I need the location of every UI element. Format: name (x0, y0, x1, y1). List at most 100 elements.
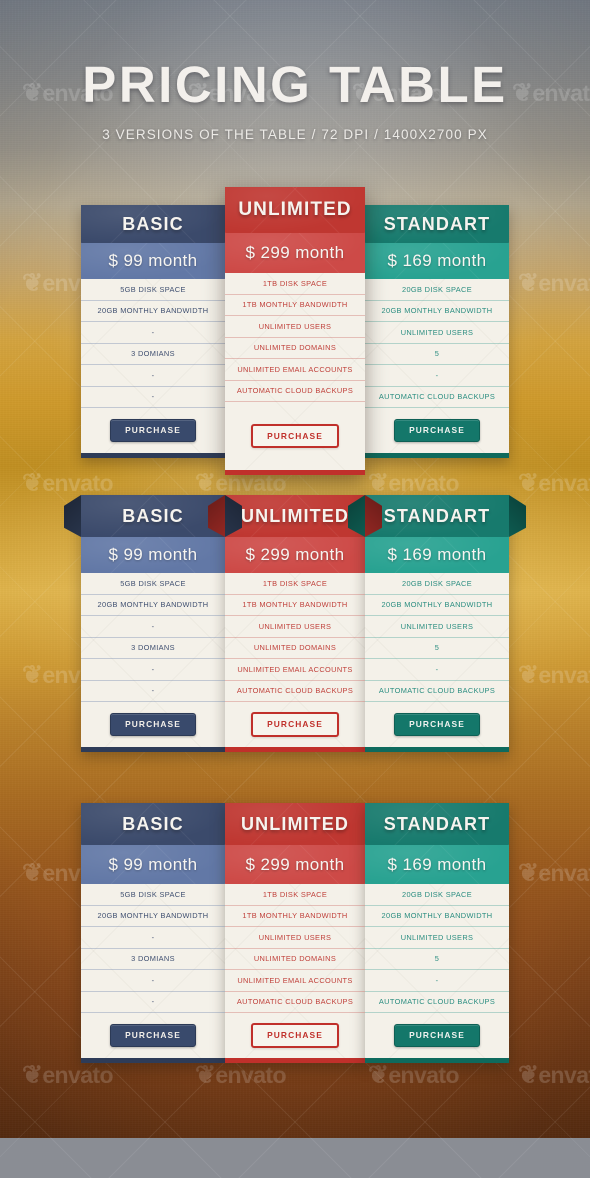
leaf-icon: ❦ (518, 1061, 539, 1089)
feature-row: 20GB DISK SPACE (365, 884, 509, 906)
envato-watermark: ❦envato (368, 1060, 460, 1090)
feature-row: 3 DOMIANS (81, 638, 225, 659)
leaf-icon: ❦ (22, 859, 43, 887)
feature-row: AUTOMATIC CLOUD BACKUPS (225, 681, 365, 702)
feature-row: UNLIMITED EMAIL ACCOUNTS (225, 659, 365, 681)
feature-row: - (365, 659, 509, 681)
footer-accent-bar-basic (81, 747, 225, 752)
envato-watermark: ❦envato (518, 858, 590, 888)
footer-accent-bar-standart (365, 747, 509, 752)
purchase-button-standart[interactable]: PURCHASE (394, 713, 480, 736)
feature-row: 3 DOMIANS (81, 949, 225, 970)
purchase-button-wrap: PURCHASE (81, 702, 225, 747)
feature-row: 20GB MONTHLY BANDWIDTH (81, 906, 225, 927)
leaf-icon: ❦ (22, 661, 43, 689)
page-title: PRICING TABLE (82, 56, 508, 113)
plan-name-unlimited: UNLIMITED (225, 803, 365, 845)
plan-features-basic: 5GB DISK SPACE 20GB MONTHLY BANDWIDTH -3 D… (81, 573, 225, 747)
leaf-icon: ❦ (22, 469, 43, 497)
feature-row: 5GB DISK SPACE (81, 573, 225, 595)
plan-price-unlimited: $ 299 month (225, 537, 365, 573)
feature-row: UNLIMITED USERS (225, 616, 365, 638)
feature-row: AUTOMATIC CLOUD BACKUPS (365, 681, 509, 702)
feature-row: UNLIMITED USERS (225, 927, 365, 949)
feature-row: 5GB DISK SPACE (81, 884, 225, 906)
watermark-label: envato (388, 1062, 459, 1088)
pricing-column-unlimited: UNLIMITED $ 299 month 1TB DISK SPACE 1TB MO… (208, 495, 382, 752)
feature-row: - (81, 387, 225, 408)
purchase-button-wrap: PURCHASE (365, 408, 509, 453)
feature-row: 20GB DISK SPACE (365, 279, 509, 301)
pricing-column-standart: STANDART $ 169 month 20GB DISK SPACE 20GB M… (365, 205, 509, 458)
plan-name-standart: STANDART (348, 495, 526, 537)
feature-row: 5GB DISK SPACE (81, 279, 225, 301)
footer-accent-bar-unlimited (225, 470, 365, 475)
pricing-column-basic: BASIC $ 99 month 5GB DISK SPACE 20GB MONTHL… (81, 803, 225, 1063)
plan-name-unlimited: UNLIMITED (208, 495, 382, 537)
plan-features-standart: 20GB DISK SPACE 20GB MONTHLY BANDWIDTH UNL… (365, 573, 509, 747)
feature-row: 20GB MONTHLY BANDWIDTH (81, 595, 225, 616)
feature-row: 1TB DISK SPACE (225, 573, 365, 595)
plan-features-standart: 20GB DISK SPACE 20GB MONTHLY BANDWIDTH UNL… (365, 279, 509, 453)
purchase-button-unlimited[interactable]: PURCHASE (251, 1023, 339, 1048)
plan-price-unlimited: $ 299 month (225, 845, 365, 884)
feature-row: 20GB MONTHLY BANDWIDTH (365, 906, 509, 927)
feature-row: - (81, 681, 225, 702)
purchase-button-standart[interactable]: PURCHASE (394, 1024, 480, 1047)
feature-row: UNLIMITED EMAIL ACCOUNTS (225, 970, 365, 992)
purchase-button-standart[interactable]: PURCHASE (394, 419, 480, 442)
purchase-button-unlimited[interactable]: PURCHASE (251, 423, 339, 449)
purchase-button-basic[interactable]: PURCHASE (110, 1024, 196, 1047)
plan-features-unlimited: 1TB DISK SPACE 1TB MONTHLY BANDWIDTH UNLIM… (225, 884, 365, 1058)
leaf-icon: ❦ (22, 1061, 43, 1089)
purchase-button-basic[interactable]: PURCHASE (110, 419, 196, 442)
plan-features-unlimited: 1TB DISK SPACE 1TB MONTHLY BANDWIDTH UNLIM… (225, 573, 365, 747)
pricing-column-basic: BASIC $ 99 month 5GB DISK SPACE 20GB MONTHL… (81, 205, 225, 458)
leaf-icon: ❦ (518, 661, 539, 689)
purchase-button-wrap: PURCHASE (81, 1013, 225, 1058)
plan-features-basic: 5GB DISK SPACE 20GB MONTHLY BANDWIDTH -3 D… (81, 884, 225, 1058)
feature-row: - (81, 992, 225, 1013)
leaf-icon: ❦ (518, 469, 539, 497)
feature-row: - (81, 659, 225, 681)
purchase-button-unlimited[interactable]: PURCHASE (251, 712, 339, 737)
feature-row: UNLIMITED DOMAINS (225, 338, 365, 359)
pricing-table-variant-3: BASIC $ 99 month 5GB DISK SPACE 20GB MONTHL… (81, 803, 509, 1063)
watermark-label: envato (538, 860, 590, 886)
feature-row: UNLIMITED DOMAINS (225, 638, 365, 659)
envato-watermark: ❦envato (195, 1060, 287, 1090)
leaf-icon: ❦ (195, 1061, 216, 1089)
plan-price-unlimited: $ 299 month (225, 233, 365, 273)
plan-features-basic: 5GB DISK SPACE 20GB MONTHLY BANDWIDTH -3 D… (81, 279, 225, 453)
envato-watermark: ❦envato (518, 660, 590, 690)
pricing-column-standart: STANDART $ 169 month 20GB DISK SPACE 20GB M… (365, 803, 509, 1063)
leaf-icon: ❦ (368, 1061, 389, 1089)
footer-accent-bar-basic (81, 1058, 225, 1063)
feature-row: - (81, 616, 225, 638)
purchase-button-wrap: PURCHASE (225, 402, 365, 470)
feature-row: 20GB MONTHLY BANDWIDTH (365, 301, 509, 322)
watermark-label: envato (538, 270, 590, 296)
feature-row: 1TB DISK SPACE (225, 273, 365, 295)
purchase-button-wrap: PURCHASE (225, 702, 365, 747)
envato-watermark: ❦envato (518, 1060, 590, 1090)
feature-row: UNLIMITED USERS (365, 322, 509, 344)
feature-row: 5 (365, 344, 509, 365)
watermark-label: envato (538, 470, 590, 496)
feature-row: 20GB MONTHLY BANDWIDTH (81, 301, 225, 322)
purchase-button-basic[interactable]: PURCHASE (110, 713, 196, 736)
envato-watermark: ❦envato (518, 468, 590, 498)
watermark-label: envato (538, 662, 590, 688)
plan-name-basic: BASIC (64, 495, 242, 537)
feature-row: UNLIMITED EMAIL ACCOUNTS (225, 359, 365, 381)
feature-row: AUTOMATIC CLOUD BACKUPS (225, 381, 365, 402)
feature-row: UNLIMITED USERS (365, 616, 509, 638)
feature-row: AUTOMATIC CLOUD BACKUPS (365, 992, 509, 1013)
feature-row: - (81, 927, 225, 949)
watermark-label: envato (42, 1062, 113, 1088)
plan-name-unlimited: UNLIMITED (225, 187, 365, 233)
leaf-icon: ❦ (22, 269, 43, 297)
leaf-icon: ❦ (518, 269, 539, 297)
plan-price-standart: $ 169 month (365, 845, 509, 884)
plan-price-basic: $ 99 month (81, 537, 225, 573)
